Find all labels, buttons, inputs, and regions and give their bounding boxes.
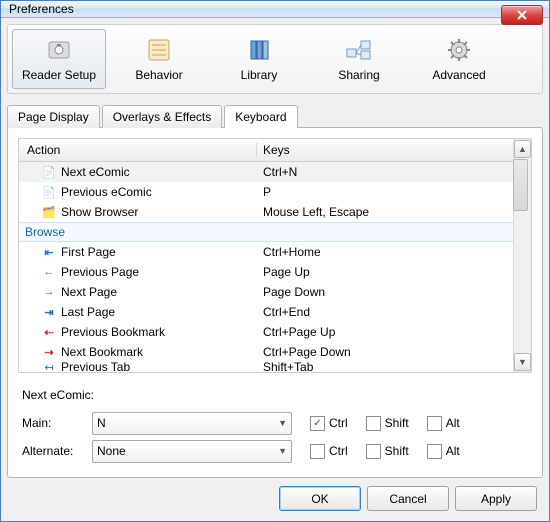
window-title: Preferences [9, 2, 74, 16]
toolbar-behavior[interactable]: Behavior [112, 29, 206, 89]
list-header: Action Keys [19, 139, 513, 162]
first-page-icon: ⇤ [41, 244, 57, 260]
cancel-button[interactable]: Cancel [367, 486, 449, 511]
shortcut-form: Next eComic: Main: N▼ ✓Ctrl Shift Alt Al… [18, 383, 532, 467]
main-alt-checkbox[interactable]: Alt [427, 416, 460, 431]
toolbar-reader-setup[interactable]: Reader Setup [12, 29, 106, 89]
scrollbar[interactable]: ▲ ▼ [513, 139, 531, 372]
actions-list: Action Keys 📄Next eComic Ctrl+N 📄Previou… [18, 138, 532, 373]
list-row[interactable]: ⇠Previous Bookmark Ctrl+Page Up [19, 322, 513, 342]
page-prev-icon: 📄 [41, 184, 57, 200]
toolbar-label: Reader Setup [22, 68, 96, 82]
scroll-down-icon[interactable]: ▼ [514, 353, 531, 371]
main-ctrl-checkbox[interactable]: ✓Ctrl [310, 416, 348, 431]
sharing-icon [345, 36, 373, 64]
dialog-buttons: OK Cancel Apply [7, 478, 543, 515]
toolbar-label: Library [241, 68, 278, 82]
alt-shift-checkbox[interactable]: Shift [366, 444, 409, 459]
apply-button[interactable]: Apply [455, 486, 537, 511]
list-row[interactable]: ←Previous Page Page Up [19, 262, 513, 282]
tab-keyboard[interactable]: Keyboard [224, 105, 297, 128]
keyboard-panel: Action Keys 📄Next eComic Ctrl+N 📄Previou… [7, 127, 543, 478]
close-button[interactable] [501, 5, 543, 25]
list-row[interactable]: ⇤First Page Ctrl+Home [19, 242, 513, 262]
titlebar[interactable]: Preferences [1, 1, 549, 18]
ok-button[interactable]: OK [279, 486, 361, 511]
toolbar: Reader Setup Behavior Library Sharing [7, 24, 543, 94]
library-icon [245, 36, 273, 64]
toolbar-label: Sharing [338, 68, 379, 82]
chevron-down-icon: ▼ [278, 446, 287, 456]
alt-ctrl-checkbox[interactable]: Ctrl [310, 444, 348, 459]
reader-setup-icon [45, 36, 73, 64]
gear-icon [445, 36, 473, 64]
preferences-window: Preferences Reader Setup Behavior [0, 0, 550, 522]
window-body: Reader Setup Behavior Library Sharing [1, 18, 549, 521]
selected-action-label: Next eComic: [18, 388, 94, 402]
scroll-thumb[interactable] [513, 159, 528, 211]
tab-page-display[interactable]: Page Display [7, 105, 100, 128]
col-action[interactable]: Action [19, 143, 257, 157]
chevron-down-icon: ▼ [278, 418, 287, 428]
close-icon [517, 10, 527, 20]
toolbar-label: Behavior [135, 68, 182, 82]
browser-icon: 🗂️ [41, 204, 57, 220]
main-key-select[interactable]: N▼ [92, 412, 292, 435]
toolbar-label: Advanced [432, 68, 485, 82]
toolbar-advanced[interactable]: Advanced [412, 29, 506, 89]
list-row[interactable]: ⇢Next Bookmark Ctrl+Page Down [19, 342, 513, 362]
prev-page-icon: ← [41, 264, 57, 280]
behavior-icon [145, 36, 173, 64]
prev-bookmark-icon: ⇠ [41, 324, 57, 340]
alt-alt-checkbox[interactable]: Alt [427, 444, 460, 459]
tab-overlays-effects[interactable]: Overlays & Effects [102, 105, 222, 128]
tab-row: Page Display Overlays & Effects Keyboard [7, 104, 543, 127]
list-row[interactable]: ⇥Last Page Ctrl+End [19, 302, 513, 322]
toolbar-library[interactable]: Library [212, 29, 306, 89]
main-shift-checkbox[interactable]: Shift [366, 416, 409, 431]
col-keys[interactable]: Keys [257, 143, 513, 157]
alternate-key-select[interactable]: None▼ [92, 440, 292, 463]
alternate-label: Alternate: [18, 444, 92, 458]
list-row[interactable]: 🗂️Show Browser Mouse Left, Escape [19, 202, 513, 222]
last-page-icon: ⇥ [41, 304, 57, 320]
next-page-icon: → [41, 284, 57, 300]
prev-tab-icon: ↤ [41, 362, 57, 372]
group-browse[interactable]: Browse [19, 222, 513, 242]
list-row[interactable]: ↤Previous Tab Shift+Tab [19, 362, 513, 372]
scroll-up-icon[interactable]: ▲ [514, 140, 531, 158]
main-label: Main: [18, 416, 92, 430]
list-row[interactable]: 📄Previous eComic P [19, 182, 513, 202]
toolbar-sharing[interactable]: Sharing [312, 29, 406, 89]
list-row[interactable]: 📄Next eComic Ctrl+N [19, 162, 513, 182]
list-row[interactable]: →Next Page Page Down [19, 282, 513, 302]
page-next-icon: 📄 [41, 164, 57, 180]
next-bookmark-icon: ⇢ [41, 344, 57, 360]
